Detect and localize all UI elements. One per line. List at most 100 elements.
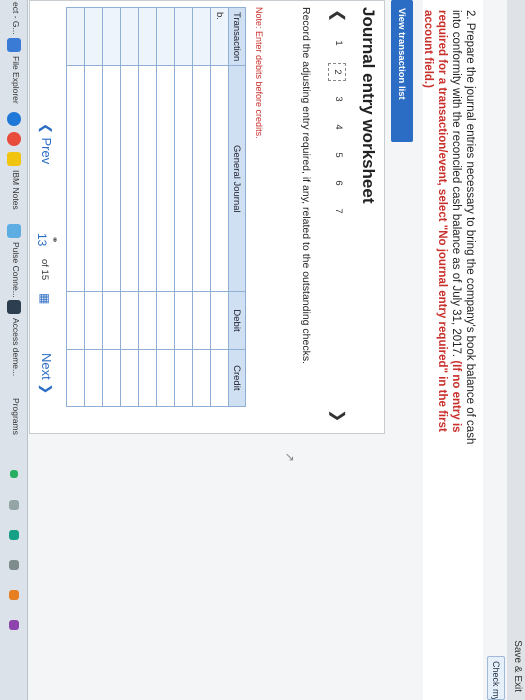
view-transaction-list-button[interactable]: View transaction list: [391, 0, 413, 142]
pager-prev-icon[interactable]: ❮: [328, 9, 348, 22]
col-general-journal: General Journal: [228, 65, 246, 292]
debit-field[interactable]: [174, 291, 193, 350]
debit-credit-note: Note: Enter debits before credits.: [254, 7, 264, 139]
prev-button[interactable]: ❮ Prev: [38, 123, 54, 164]
transaction-cell: [120, 7, 139, 66]
account-field[interactable]: [120, 65, 139, 292]
tray-icon[interactable]: [9, 620, 19, 630]
table-row: [138, 7, 157, 407]
check-my-work-button[interactable]: Check my wo: [487, 656, 505, 700]
debit-field[interactable]: [102, 291, 121, 350]
pager-next-icon[interactable]: ❯: [328, 409, 348, 422]
debit-field[interactable]: [156, 291, 175, 350]
table-row: [84, 7, 103, 407]
firefox-icon[interactable]: [7, 132, 21, 146]
credit-field[interactable]: [120, 349, 139, 407]
taskbar-item-0[interactable]: ect - G...: [11, 2, 21, 35]
page-4[interactable]: 4: [330, 119, 344, 135]
question-navigation: ❮ Prev ⚭ 13 of 15 ▦ Next ❯: [34, 123, 60, 423]
credit-field[interactable]: [192, 349, 211, 407]
taskbar-item-file-explorer[interactable]: File Explorer: [11, 56, 21, 104]
question-text: 2. Prepare the journal entries necessary…: [421, 10, 477, 450]
question-card: 2. Prepare the journal entries necessary…: [421, 0, 483, 700]
access-icon[interactable]: [7, 300, 21, 314]
debit-field[interactable]: [192, 291, 211, 350]
transaction-cell: [156, 7, 175, 66]
cursor-icon: ↗: [283, 452, 297, 463]
worksheet-title: Journal entry worksheet: [359, 7, 378, 204]
tray-icon[interactable]: [9, 530, 19, 540]
page-2[interactable]: 2: [328, 63, 346, 81]
table-row: [66, 7, 85, 407]
tray-icon[interactable]: [9, 500, 19, 510]
file-explorer-icon[interactable]: [7, 38, 21, 52]
tray-icon[interactable]: [9, 590, 19, 600]
pulse-icon[interactable]: [7, 224, 21, 238]
col-debit: Debit: [228, 291, 246, 350]
table-row: [120, 7, 139, 407]
table-row: [174, 7, 193, 407]
prev-label: Prev: [39, 137, 54, 165]
taskbar-item-pulse[interactable]: Pulse Conne...: [11, 242, 21, 298]
transaction-cell: b.: [210, 7, 229, 66]
account-field[interactable]: [174, 65, 193, 292]
debit-field[interactable]: [120, 291, 139, 350]
credit-field[interactable]: [102, 349, 121, 407]
page-3[interactable]: 3: [330, 91, 344, 107]
transaction-cell: [174, 7, 193, 66]
debit-field[interactable]: [66, 291, 85, 350]
account-field[interactable]: [66, 65, 85, 292]
transaction-cell: [66, 7, 85, 66]
account-field[interactable]: [138, 65, 157, 292]
account-field[interactable]: [156, 65, 175, 292]
journal-table: Transaction General Journal Debit Credit…: [66, 7, 246, 407]
taskbar-item-ibm-notes[interactable]: IBM Notes: [11, 170, 21, 210]
account-field[interactable]: [84, 65, 103, 292]
page-1[interactable]: 1: [330, 35, 344, 51]
page-7[interactable]: 7: [330, 203, 344, 219]
ibm-notes-icon[interactable]: [7, 152, 21, 166]
grid-icon[interactable]: ▦: [38, 293, 52, 304]
credit-field[interactable]: [210, 349, 229, 407]
worksheet-instruction: Record the adjusting entry required, if …: [300, 7, 312, 365]
credit-field[interactable]: [174, 349, 193, 407]
edge-icon[interactable]: [7, 112, 21, 126]
taskbar: ect - G... File Explorer IBM Notes Pulse…: [0, 0, 28, 700]
screen: Save & Exit Check my wo 2. Prepare the j…: [0, 0, 525, 700]
transaction-cell: [102, 7, 121, 66]
tray-icon[interactable]: [9, 560, 19, 570]
next-button[interactable]: Next ❯: [38, 353, 54, 394]
account-field[interactable]: [210, 65, 229, 292]
debit-field[interactable]: [138, 291, 157, 350]
credit-field[interactable]: [138, 349, 157, 407]
current-page-number: 13: [35, 233, 49, 247]
credit-field[interactable]: [66, 349, 85, 407]
account-field[interactable]: [192, 65, 211, 292]
save-exit-button[interactable]: Save & Exit: [512, 640, 523, 692]
next-label: Next: [39, 353, 54, 380]
page-5[interactable]: 5: [330, 147, 344, 163]
transaction-cell: [192, 7, 211, 66]
top-strip: Save & Exit: [507, 0, 525, 700]
credit-field[interactable]: [84, 349, 103, 407]
taskbar-item-access[interactable]: Access deme...: [11, 318, 21, 376]
account-field[interactable]: [102, 65, 121, 292]
journal-entry-worksheet: Journal entry worksheet ❮ 1 2 3 4 5 6 7 …: [29, 0, 385, 434]
table-row: [192, 7, 211, 407]
worksheet-pager: ❮ 1 2 3 4 5 6 7 ❯: [326, 5, 350, 425]
page-6[interactable]: 6: [330, 175, 344, 191]
tray-icon[interactable]: [10, 470, 18, 478]
credit-field[interactable]: [156, 349, 175, 407]
debit-field[interactable]: [84, 291, 103, 350]
current-page: ⚭ 13: [35, 233, 60, 246]
transaction-cell: [84, 7, 103, 66]
debit-field[interactable]: [210, 291, 229, 350]
table-row: b.: [210, 7, 229, 407]
page-total: of 15: [39, 259, 50, 281]
link-icon: ⚭: [50, 235, 60, 244]
transaction-cell: [138, 7, 157, 66]
table-row: [156, 7, 175, 407]
table-row: [102, 7, 121, 407]
col-transaction: Transaction: [228, 7, 246, 66]
taskbar-item-programs[interactable]: Programs: [11, 398, 21, 435]
